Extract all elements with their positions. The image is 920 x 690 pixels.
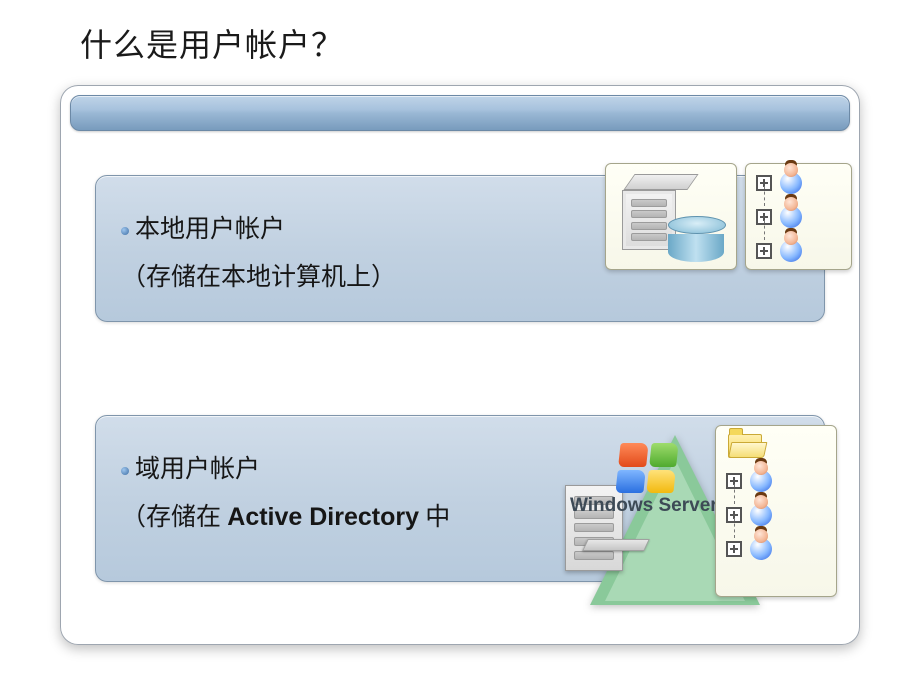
content-frame: 本地用户帐户 （存储在本地计算机上） 域用户帐户 （存储在 Active Dir…: [60, 85, 860, 645]
bullet-icon: [121, 467, 129, 475]
user-tree: [726, 470, 811, 560]
panel1-heading: 本地用户帐户: [135, 216, 285, 243]
panel-domain-text: 域用户帐户 （存储在 Active Directory 中: [121, 446, 450, 541]
user-avatar-icon: [780, 172, 802, 194]
frame-titlebar: [70, 95, 850, 131]
folder-icon: [728, 434, 760, 456]
illus-local-users: [745, 163, 852, 270]
illus-domain-users: [715, 425, 837, 597]
panel2-detail-suffix: 中: [419, 504, 450, 531]
bullet-icon: [121, 227, 129, 235]
user-avatar-icon: [750, 538, 772, 560]
panel-local-text: 本地用户帐户 （存储在本地计算机上）: [121, 206, 396, 301]
plus-expand-icon: [726, 541, 742, 557]
windows-logo-icon: [615, 443, 678, 493]
user-avatar-icon: [780, 206, 802, 228]
panel1-detail: （存储在本地计算机上）: [121, 264, 396, 291]
panel2-detail-bold: Active Directory: [227, 503, 419, 531]
user-avatar-icon: [750, 504, 772, 526]
database-cylinder-icon: [668, 216, 724, 256]
panel2-heading: 域用户帐户: [135, 456, 260, 483]
plus-expand-icon: [756, 243, 772, 259]
user-avatar-icon: [750, 470, 772, 492]
user-avatar-icon: [780, 240, 802, 262]
illus-local-server: [605, 163, 737, 270]
slide-title: 什么是用户帐户？: [80, 20, 344, 66]
user-tree: [756, 172, 841, 262]
panel2-detail-prefix: （存储在: [121, 504, 227, 531]
